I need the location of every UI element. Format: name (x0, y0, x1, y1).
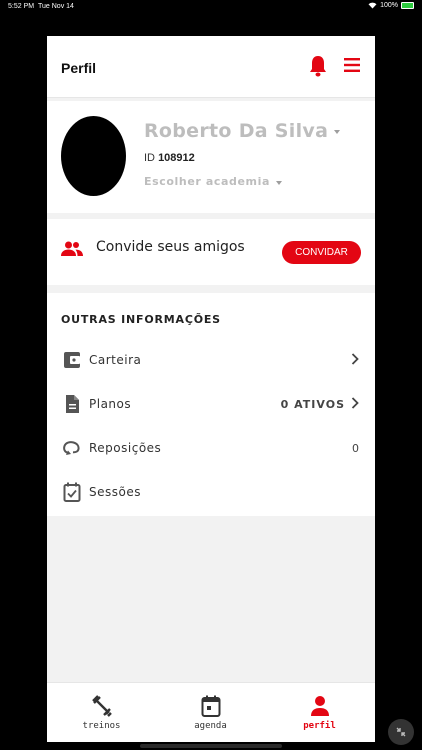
profile-card: Roberto Da Silva ID 108912 Escolher acad… (47, 101, 375, 213)
app-header: Perfil (47, 36, 375, 98)
person-icon (310, 696, 329, 716)
gym-selector[interactable]: Escolher academia (144, 175, 283, 188)
page-title: Perfil (61, 60, 97, 76)
nav-item-treinos[interactable]: treinos (47, 683, 156, 742)
list-item-carteira[interactable]: Carteira (47, 350, 375, 394)
gym-selector-label: Escolher academia (144, 175, 271, 188)
user-id-value: 108912 (158, 152, 195, 164)
nav-label: perfil (303, 721, 336, 731)
nav-item-agenda[interactable]: agenda (156, 683, 265, 742)
dumbbell-icon (91, 695, 112, 717)
list-item-planos[interactable]: Planos 0 ATIVOS (47, 394, 375, 438)
invite-button[interactable]: CONVIDAR (282, 241, 361, 264)
battery-percent: 100% (380, 2, 398, 9)
wallet-icon (64, 352, 80, 368)
status-date: Tue Nov 14 (38, 3, 74, 10)
nav-label: agenda (194, 721, 227, 731)
notification-bell-icon[interactable] (309, 55, 327, 77)
app-screen: Perfil Roberto Da Silva ID 108912 Escolh… (47, 36, 375, 742)
collapse-window-button[interactable] (388, 719, 414, 745)
wifi-icon (368, 2, 377, 9)
plans-count: 0 ATIVOS (280, 398, 345, 411)
status-bar: 5:52 PM Tue Nov 14 100% (0, 0, 422, 14)
people-icon (61, 241, 83, 256)
list-item-label: Planos (89, 397, 132, 411)
reposicoes-count: 0 (352, 442, 360, 455)
avatar[interactable] (61, 116, 126, 196)
bottom-navigation: treinos agenda perfil (47, 682, 375, 742)
collapse-arrows-icon (396, 727, 406, 737)
user-name-selector[interactable]: Roberto Da Silva (144, 120, 341, 142)
battery-icon (401, 2, 414, 9)
list-item-label: Carteira (89, 353, 142, 367)
list-item-label: Reposições (89, 441, 162, 455)
list-item-sessoes[interactable]: Sessões (47, 482, 375, 526)
status-time: 5:52 PM (8, 3, 35, 10)
document-icon (66, 395, 79, 413)
status-indicators: 100% (368, 2, 414, 9)
replay-icon (63, 441, 80, 455)
invite-friends-card: Convide seus amigos CONVIDAR (47, 219, 375, 285)
caret-down-icon (276, 180, 283, 185)
caret-down-icon (334, 130, 341, 134)
calendar-check-icon (63, 482, 81, 502)
chevron-right-icon (351, 397, 359, 409)
section-title: OUTRAS INFORMAÇÕES (61, 313, 221, 326)
calendar-icon (201, 695, 220, 717)
list-item-label: Sessões (89, 485, 141, 499)
chevron-right-icon (351, 353, 359, 365)
nav-item-perfil[interactable]: perfil (265, 683, 374, 742)
hamburger-menu-icon[interactable] (344, 58, 360, 72)
user-name: Roberto Da Silva (144, 120, 329, 142)
nav-label: treinos (82, 721, 121, 731)
user-id: ID 108912 (144, 152, 195, 164)
user-id-label: ID (144, 152, 155, 164)
other-info-section: OUTRAS INFORMAÇÕES Carteira Planos 0 ATI… (47, 293, 375, 516)
home-indicator (140, 744, 282, 748)
invite-friends-text: Convide seus amigos (96, 239, 245, 255)
list-item-reposicoes[interactable]: Reposições 0 (47, 438, 375, 482)
